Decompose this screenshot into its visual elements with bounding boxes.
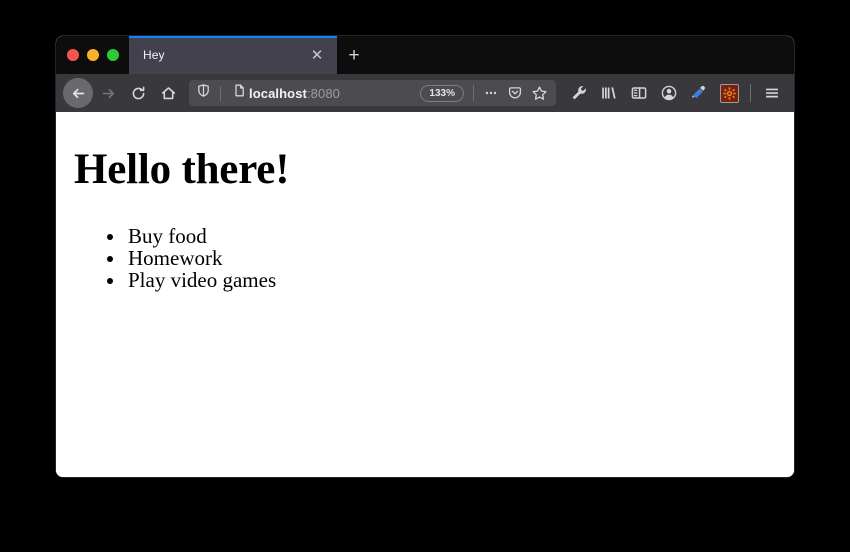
reload-icon bbox=[130, 85, 147, 102]
pocket-icon[interactable] bbox=[503, 81, 527, 105]
toolbar-divider bbox=[750, 84, 751, 102]
page-viewport: Hello there! Buy food Homework Play vide… bbox=[56, 112, 794, 477]
library-icon[interactable] bbox=[594, 78, 624, 108]
browser-tab-active[interactable]: Hey ✕ bbox=[129, 36, 337, 74]
desktop-background: Hey ✕ + localhost:8080 133% Hello there!… bbox=[0, 0, 850, 552]
new-tab-icon[interactable]: + bbox=[337, 36, 371, 74]
extension-badge bbox=[719, 83, 739, 103]
maximize-window-button[interactable] bbox=[107, 49, 119, 61]
page-document-icon[interactable] bbox=[232, 83, 247, 103]
list-item: Homework bbox=[126, 247, 782, 269]
tab-strip: Hey ✕ + bbox=[56, 36, 794, 74]
back-button[interactable] bbox=[63, 78, 93, 108]
zoom-level-badge[interactable]: 133% bbox=[420, 84, 464, 102]
reload-button[interactable] bbox=[123, 78, 153, 108]
shield-icon[interactable] bbox=[196, 83, 211, 103]
page-document: Hello there! Buy food Homework Play vide… bbox=[64, 148, 786, 291]
wrench-icon[interactable] bbox=[564, 78, 594, 108]
page-list: Buy food Homework Play video games bbox=[68, 225, 782, 291]
tab-title: Hey bbox=[143, 48, 165, 62]
sidebar-icon[interactable] bbox=[624, 78, 654, 108]
page-heading: Hello there! bbox=[74, 146, 290, 193]
eyedropper-icon[interactable] bbox=[684, 78, 714, 108]
url-port: :8080 bbox=[306, 85, 341, 101]
forward-button[interactable] bbox=[93, 78, 123, 108]
home-icon bbox=[160, 85, 177, 102]
page-actions-icon[interactable] bbox=[479, 81, 503, 105]
extension-icon[interactable] bbox=[714, 78, 744, 108]
list-item: Play video games bbox=[126, 269, 782, 291]
url-text[interactable]: localhost:8080 bbox=[247, 86, 420, 101]
list-item: Buy food bbox=[126, 225, 782, 247]
window-controls bbox=[56, 36, 129, 74]
home-button[interactable] bbox=[153, 78, 183, 108]
menu-icon[interactable] bbox=[757, 78, 787, 108]
url-host: localhost bbox=[249, 85, 307, 101]
minimize-window-button[interactable] bbox=[87, 49, 99, 61]
forward-arrow-icon bbox=[100, 85, 117, 102]
browser-window: Hey ✕ + localhost:8080 133% Hello there!… bbox=[56, 36, 794, 477]
url-bar[interactable]: localhost:8080 133% bbox=[189, 80, 556, 106]
close-window-button[interactable] bbox=[67, 49, 79, 61]
toolbar-buttons bbox=[564, 78, 787, 108]
urlbar-divider bbox=[220, 85, 221, 101]
urlbar-divider-right bbox=[473, 85, 474, 101]
navigation-toolbar: localhost:8080 133% bbox=[56, 74, 794, 112]
bookmark-star-icon[interactable] bbox=[527, 81, 551, 105]
close-tab-icon[interactable]: ✕ bbox=[307, 45, 327, 65]
urlbar-identity-box[interactable] bbox=[196, 83, 247, 103]
back-arrow-icon bbox=[70, 85, 87, 102]
account-icon[interactable] bbox=[654, 78, 684, 108]
